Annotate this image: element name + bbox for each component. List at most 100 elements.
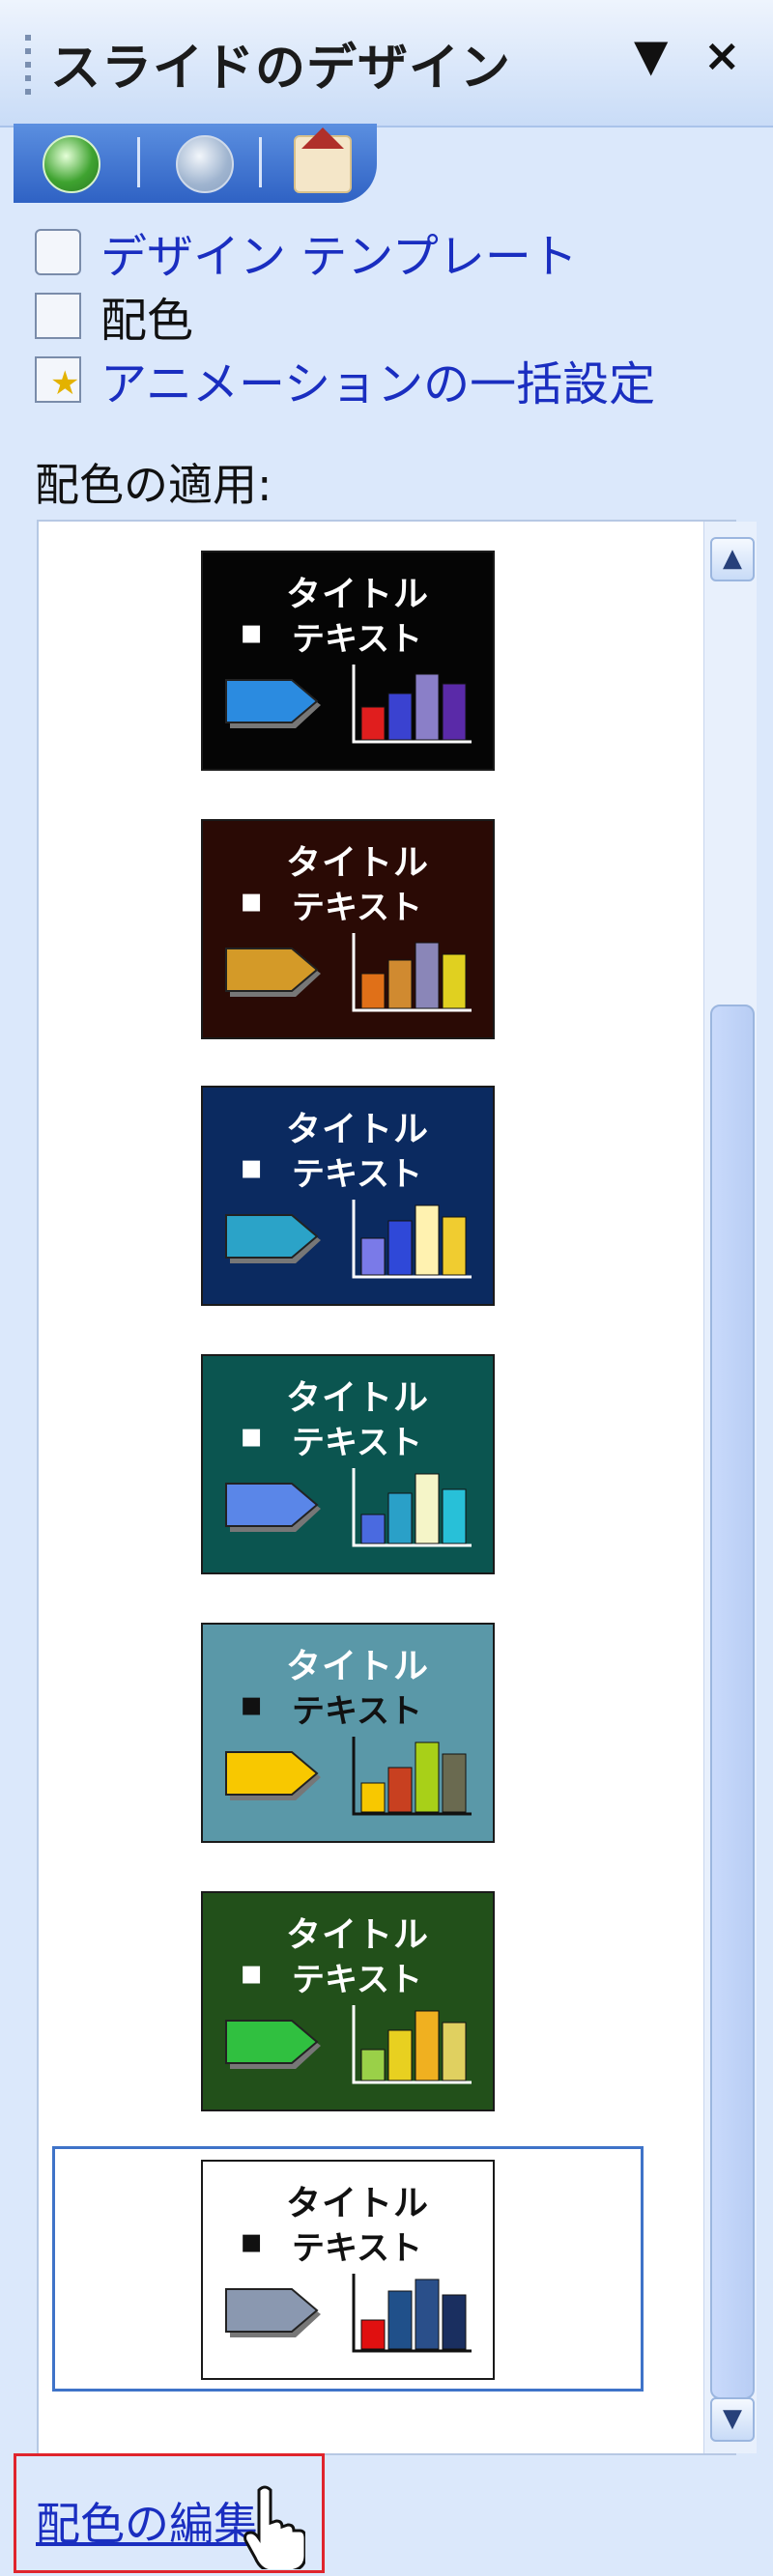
link-color-scheme[interactable]: 配色 <box>35 284 655 348</box>
scheme-bullet: ▪ <box>240 881 264 920</box>
scheme-bar <box>387 1220 413 1276</box>
scheme-bar <box>415 1473 440 1544</box>
dropdown-menu-icon[interactable]: ▼ <box>634 29 668 81</box>
scheme-bullet: ▪ <box>240 1953 264 1993</box>
home-icon[interactable] <box>294 127 352 193</box>
color-scheme-thumbnail[interactable]: タイトル ▪ テキスト <box>201 819 495 1039</box>
scheme-bar-chart <box>352 1737 472 1816</box>
scheme-arrow-shape <box>225 948 321 997</box>
scheme-body-text: テキスト <box>292 2229 422 2268</box>
scheme-body-text: テキスト <box>292 1155 422 1194</box>
color-scheme-icon <box>35 293 81 339</box>
nav-separator <box>137 137 140 187</box>
edit-color-scheme-link[interactable]: 配色の編集 <box>36 2489 258 2553</box>
scheme-bar <box>360 1514 386 1544</box>
scheme-bar <box>360 1237 386 1276</box>
scheme-bar-chart <box>352 933 472 1012</box>
color-scheme-thumbnail[interactable]: タイトル ▪ テキスト <box>201 1891 495 2111</box>
scheme-bar <box>360 973 386 1009</box>
scheme-bullet: ▪ <box>240 1416 264 1456</box>
scheme-bar <box>387 1492 413 1544</box>
scheme-title-text: タイトル <box>286 1110 430 1149</box>
scheme-title-text: タイトル <box>286 1647 430 1686</box>
scheme-bar <box>360 2319 386 2350</box>
scheme-bar <box>360 2049 386 2081</box>
drag-grip[interactable] <box>25 35 31 102</box>
scheme-arrow-shape <box>225 1751 321 1800</box>
scheme-bar <box>387 959 413 1009</box>
task-links: デザイン テンプレート 配色 アニメーションの一括設定 <box>35 220 655 411</box>
section-heading: 配色の適用: <box>35 459 272 511</box>
nav-separator <box>259 137 262 187</box>
scheme-bar <box>442 2294 467 2350</box>
scheme-bar <box>415 2279 440 2350</box>
scheme-body-text: テキスト <box>292 1424 422 1462</box>
color-scheme-thumbnail[interactable]: タイトル ▪ テキスト <box>201 1354 495 1574</box>
scheme-body-text: テキスト <box>292 889 422 927</box>
scheme-arrow-shape <box>225 1214 321 1263</box>
scheme-title-text: タイトル <box>286 2184 430 2223</box>
scheme-arrow-shape <box>225 2288 321 2337</box>
close-icon[interactable]: × <box>703 29 741 81</box>
design-template-icon <box>35 229 81 275</box>
scheme-bullet: ▪ <box>240 612 264 652</box>
scheme-bar <box>387 2290 413 2350</box>
scheme-bar <box>442 1488 467 1544</box>
scheme-bar <box>415 2010 440 2081</box>
scheme-bullet: ▪ <box>240 1684 264 1724</box>
scheme-bar <box>415 942 440 1009</box>
scheme-bar <box>442 2022 467 2081</box>
scheme-bar <box>442 1753 467 1813</box>
scheme-bar <box>360 706 386 741</box>
scheme-bar <box>387 2029 413 2081</box>
color-scheme-gallery[interactable]: ▲ ▼ タイトル ▪ テキスト タイトル ▪ テキスト タイトル ▪ テキスト タイトル ▪ テキスト… <box>37 520 757 2455</box>
scheme-title-text: タイトル <box>286 1378 430 1418</box>
slide-design-pane: スライドのデザイン ▼ × デザイン テンプレート 配色 アニメーションの一括設… <box>0 0 773 2576</box>
scheme-bullet: ▪ <box>240 1147 264 1187</box>
scheme-bar <box>415 673 440 741</box>
link-animation-scheme-label[interactable]: アニメーションの一括設定 <box>100 346 655 413</box>
scroll-thumb[interactable] <box>710 1005 755 2399</box>
link-color-scheme-label: 配色 <box>100 294 194 348</box>
scroll-up-button[interactable]: ▲ <box>710 537 755 581</box>
color-scheme-thumbnail[interactable]: タイトル ▪ テキスト <box>201 1086 495 1306</box>
animation-scheme-icon <box>35 356 81 403</box>
scheme-arrow-shape <box>225 2020 321 2069</box>
scheme-bar-chart <box>352 2274 472 2353</box>
scheme-bar <box>442 953 467 1009</box>
scheme-body-text: テキスト <box>292 620 422 659</box>
scheme-bar <box>442 1216 467 1276</box>
scroll-down-button[interactable]: ▼ <box>710 2397 755 2442</box>
scheme-bar <box>387 693 413 741</box>
scheme-bullet: ▪ <box>240 2222 264 2261</box>
scheme-bar <box>387 1767 413 1813</box>
scheme-bar-chart <box>352 1468 472 1547</box>
link-design-template[interactable]: デザイン テンプレート <box>35 220 655 284</box>
forward-icon[interactable] <box>176 135 234 193</box>
scheme-body-text: テキスト <box>292 1692 422 1731</box>
scheme-title-text: タイトル <box>286 843 430 883</box>
scheme-bar-chart <box>352 665 472 744</box>
pane-title-bar[interactable]: スライドのデザイン ▼ × <box>0 0 773 127</box>
scheme-bar <box>360 1782 386 1813</box>
link-design-template-label[interactable]: デザイン テンプレート <box>100 218 578 286</box>
color-scheme-thumbnail[interactable]: タイトル ▪ テキスト <box>201 551 495 771</box>
vertical-scrollbar[interactable]: ▲ ▼ <box>703 522 757 2453</box>
link-animation-scheme[interactable]: アニメーションの一括設定 <box>35 348 655 411</box>
color-scheme-thumbnail[interactable]: タイトル ▪ テキスト <box>201 1623 495 1843</box>
scheme-bar <box>415 1741 440 1813</box>
scheme-bar-chart <box>352 2005 472 2084</box>
scheme-bar-chart <box>352 1200 472 1279</box>
navigation-bar <box>14 124 377 203</box>
pane-title: スライドのデザイン <box>50 40 512 98</box>
scheme-body-text: テキスト <box>292 1961 422 1999</box>
scheme-bar <box>415 1204 440 1276</box>
scheme-arrow-shape <box>225 1483 321 1532</box>
scheme-title-text: タイトル <box>286 1915 430 1955</box>
scheme-bar <box>442 683 467 741</box>
color-scheme-thumbnail[interactable]: タイトル ▪ テキスト <box>201 2160 495 2380</box>
back-icon[interactable] <box>43 135 100 193</box>
hand-cursor-icon <box>243 2485 305 2569</box>
scheme-arrow-shape <box>225 679 321 728</box>
scheme-title-text: タイトル <box>286 575 430 614</box>
